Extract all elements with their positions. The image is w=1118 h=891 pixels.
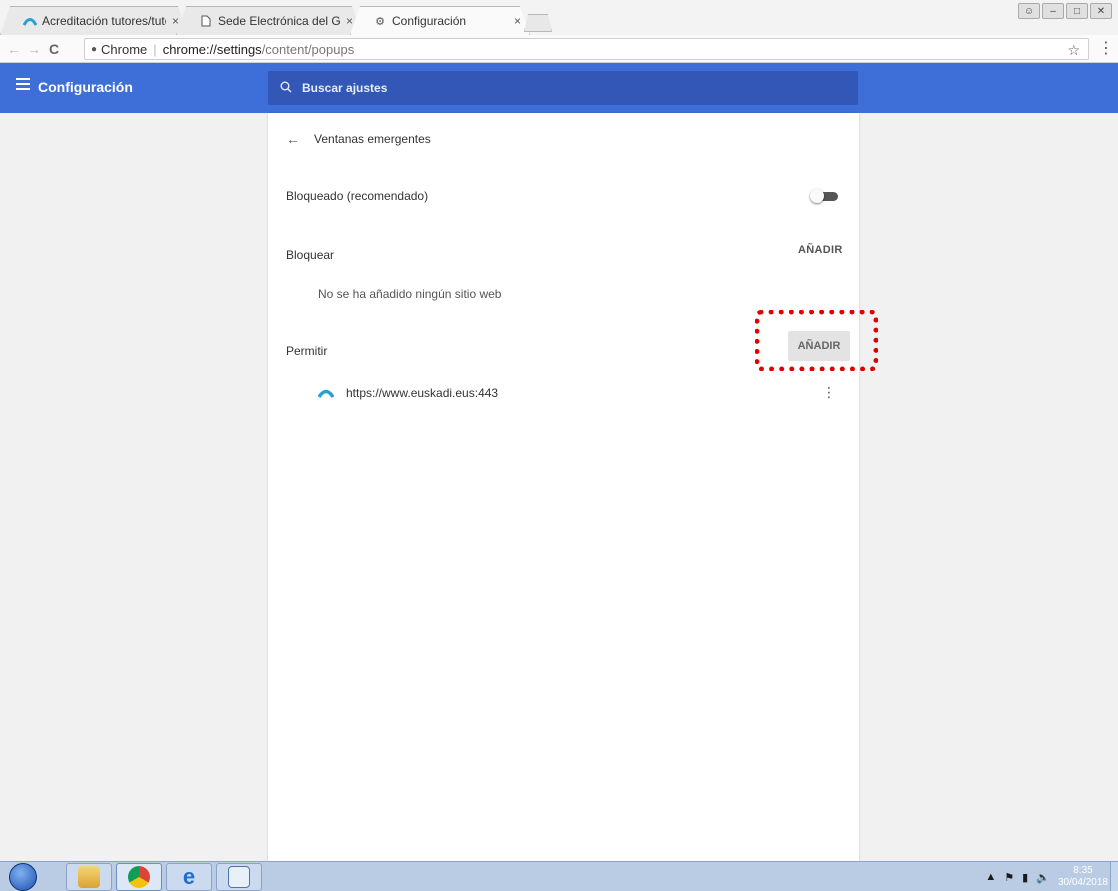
- gear-icon: ⚙: [375, 15, 385, 28]
- chrome-icon: [128, 866, 150, 888]
- tab-configuracion[interactable]: ⚙ Configuración ×: [350, 6, 530, 35]
- allowed-site-url: https://www.euskadi.eus:443: [346, 386, 499, 400]
- close-icon[interactable]: ×: [514, 14, 521, 28]
- page-heading: ← Ventanas emergentes: [286, 131, 431, 147]
- settings-title: Configuración: [38, 79, 133, 95]
- hamburger-menu-icon[interactable]: [16, 78, 30, 96]
- taskbar-app[interactable]: [216, 863, 262, 891]
- tab-sede-electronica[interactable]: Sede Electrónica del Gob ×: [176, 6, 362, 35]
- block-add-button[interactable]: AÑADIR: [798, 244, 843, 256]
- windows-logo-icon: [9, 863, 37, 891]
- tray-expand-icon[interactable]: ▲: [985, 871, 996, 883]
- allow-section-label: Permitir: [286, 344, 328, 358]
- blocked-toggle[interactable]: [810, 189, 840, 203]
- back-icon[interactable]: ←: [4, 41, 24, 57]
- user-icon[interactable]: ☺: [1018, 3, 1040, 19]
- search-input[interactable]: Buscar ajustes: [268, 71, 858, 105]
- new-tab-button[interactable]: [524, 14, 552, 32]
- search-placeholder: Buscar ajustes: [302, 81, 388, 95]
- settings-header: Configuración Buscar ajustes: [0, 63, 1118, 113]
- forward-icon[interactable]: →: [24, 41, 44, 57]
- close-icon[interactable]: ×: [172, 14, 179, 28]
- popups-settings-card: ← Ventanas emergentes Bloqueado (recomen…: [268, 113, 859, 861]
- clock-time: 8:35: [1073, 865, 1093, 876]
- allowed-site-row: https://www.euskadi.eus:443: [317, 383, 838, 403]
- windows-taskbar: e ▲ ⚑ ▮ 🔈 8:35 30/04/2018: [0, 861, 1118, 891]
- bookmark-star-icon[interactable]: ☆: [1067, 39, 1080, 61]
- url-host: chrome://settings: [162, 41, 262, 57]
- clock-date: 30/04/2018: [1057, 877, 1108, 888]
- page-title: Ventanas emergentes: [314, 132, 431, 146]
- start-button[interactable]: [6, 862, 40, 891]
- block-section-label: Bloquear: [286, 248, 335, 262]
- tab-label: Configuración: [392, 14, 467, 28]
- blocked-label: Bloqueado (recomendado): [286, 189, 429, 203]
- flag-icon[interactable]: ⚑: [1004, 871, 1014, 884]
- euskadi-logo-icon: [23, 14, 37, 28]
- browser-menu-icon[interactable]: ⋮: [1096, 35, 1116, 63]
- chrome-label: Chrome: [101, 41, 148, 57]
- network-icon[interactable]: ▮: [1022, 871, 1028, 884]
- clock[interactable]: 8:35 30/04/2018: [1058, 865, 1108, 889]
- address-bar[interactable]: ● Chrome | chrome://settings /content/po…: [84, 38, 1089, 60]
- back-arrow-icon[interactable]: ←: [286, 131, 300, 147]
- block-empty-message: No se ha añadido ningún sitio web: [318, 287, 502, 301]
- taskbar-chrome[interactable]: [116, 863, 162, 891]
- close-icon[interactable]: ×: [346, 14, 353, 28]
- taskbar-explorer[interactable]: [66, 863, 112, 891]
- system-tray: ▲ ⚑ ▮ 🔈 8:35 30/04/2018: [985, 862, 1108, 891]
- highlight-annotation: [755, 310, 878, 371]
- folder-icon: [78, 866, 100, 888]
- maximize-icon[interactable]: □: [1066, 3, 1088, 19]
- url-path: /content/popups: [261, 41, 355, 57]
- minimize-icon[interactable]: –: [1042, 3, 1064, 19]
- address-separator: |: [153, 41, 157, 57]
- site-more-actions-icon[interactable]: ⋮: [822, 383, 836, 401]
- document-app-icon: [228, 866, 250, 888]
- internet-explorer-icon: e: [182, 864, 196, 889]
- search-icon: [280, 81, 292, 96]
- close-window-icon[interactable]: ✕: [1090, 3, 1112, 19]
- reload-icon[interactable]: C: [44, 41, 64, 57]
- taskbar-ie[interactable]: e: [166, 863, 212, 891]
- tab-acreditacion[interactable]: Acreditación tutores/tuto ×: [0, 6, 188, 35]
- volume-muted-icon[interactable]: 🔈: [1036, 871, 1050, 884]
- page-icon: [199, 14, 213, 28]
- euskadi-logo-icon: [317, 387, 335, 399]
- show-desktop-button[interactable]: [1110, 862, 1118, 891]
- tab-label: Sede Electrónica del Gob: [218, 14, 340, 28]
- browser-toolbar: ← → C ● Chrome | chrome://settings /cont…: [0, 35, 1118, 63]
- chrome-logo-icon: ●: [91, 43, 98, 55]
- tab-strip: Acreditación tutores/tuto × Sede Electró…: [0, 0, 1118, 35]
- window-controls: ☺ – □ ✕: [1018, 3, 1112, 19]
- tab-label: Acreditación tutores/tuto: [42, 14, 166, 28]
